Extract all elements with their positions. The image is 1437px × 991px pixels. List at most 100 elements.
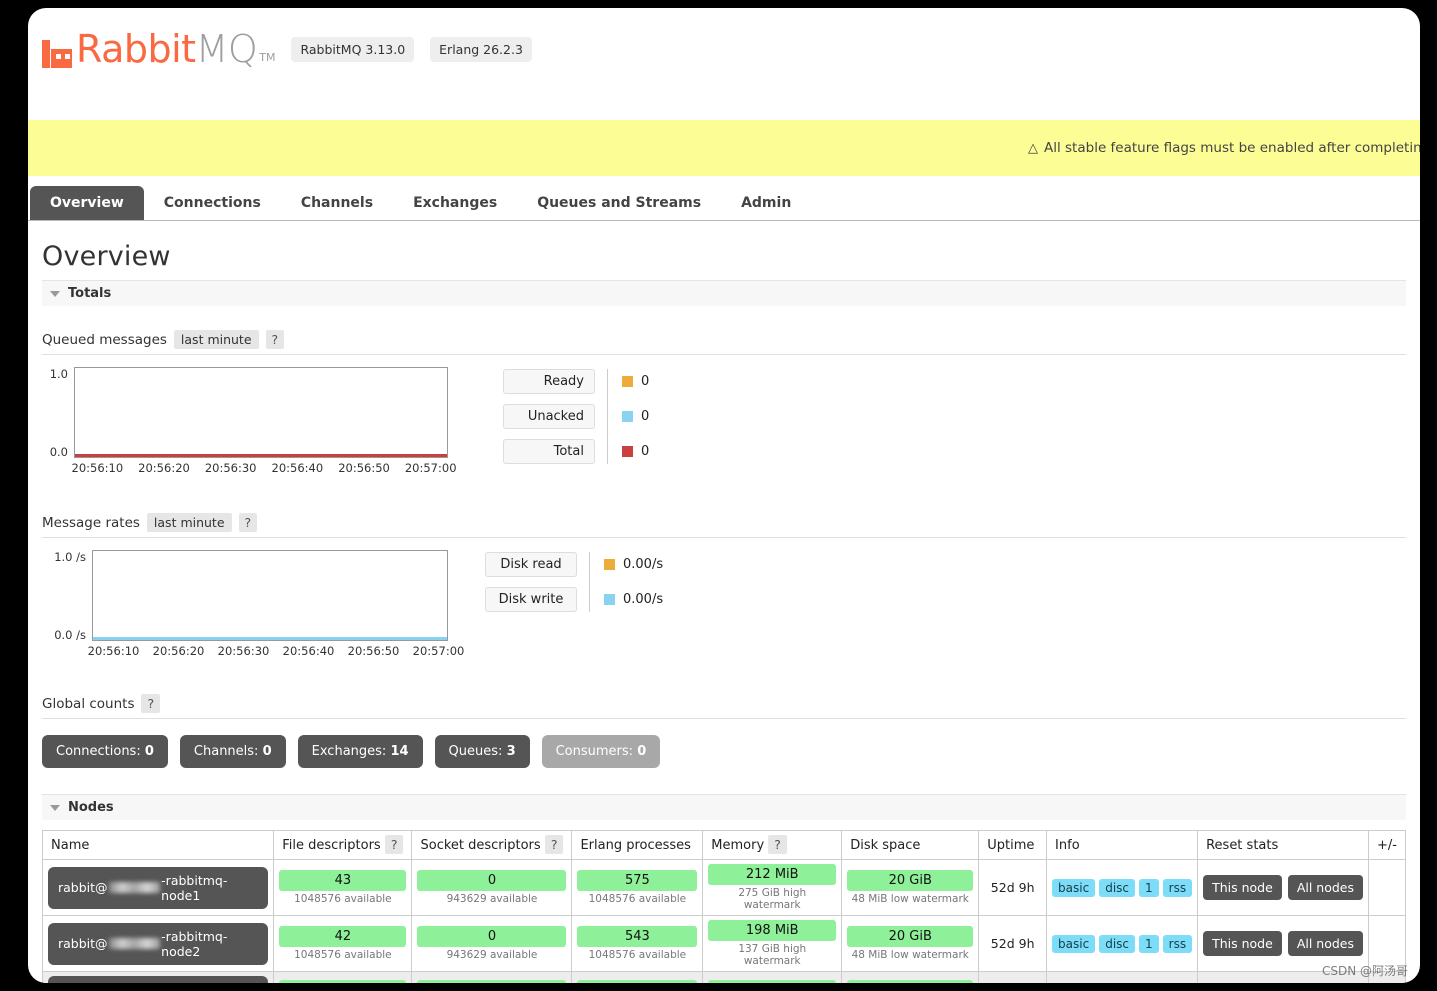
chevron-down-icon — [50, 804, 60, 811]
queued-plot-area[interactable] — [74, 367, 448, 458]
tab-admin[interactable]: Admin — [721, 186, 811, 220]
badge-consumers[interactable]: Consumers: 0 — [541, 735, 661, 768]
col-info[interactable]: Info — [1046, 830, 1199, 860]
row-expand-cell[interactable] — [1368, 859, 1406, 916]
legend-button-disk-write[interactable]: Disk write — [485, 587, 577, 612]
swatch-total-icon — [622, 446, 633, 457]
node-name-cell[interactable]: rabbit@ -rabbitmq-node2 — [41, 915, 275, 972]
info-tag-count[interactable]: 1 — [1139, 878, 1159, 897]
legend-value-ready: 0 — [622, 369, 649, 394]
tab-exchanges[interactable]: Exchanges — [393, 186, 517, 220]
node-name-suffix: rabbitmq-node3 — [163, 982, 259, 983]
info-tag-rss[interactable]: rss — [1162, 878, 1193, 897]
col-memory[interactable]: Memory ? — [702, 830, 843, 860]
rates-series-diskwrite-line — [93, 637, 447, 640]
node-name-cell[interactable]: rabbit@ -rabbitmq-node1 — [41, 859, 275, 916]
watermark: CSDN @阿汤哥 — [1321, 964, 1408, 978]
rates-xtick-2: 20:56:30 — [217, 644, 270, 658]
table-row: rabbit@rabbitmq-node3 42 1048576 availab… — [41, 971, 1406, 983]
tab-queues-and-streams[interactable]: Queues and Streams — [517, 186, 721, 220]
reset-all-nodes-button[interactable]: All nodes — [1287, 875, 1363, 900]
memory-value: 198 MiB — [708, 979, 837, 983]
node-name-suffix: -rabbitmq-node1 — [161, 872, 228, 903]
legend-value-disk-write: 0.00/s — [604, 587, 663, 612]
col-disk-space[interactable]: Disk space — [841, 830, 980, 860]
badge-consumers-label: Consumers: — [555, 744, 634, 759]
global-counts-label: Global counts — [42, 695, 135, 712]
queued-x-axis: 20:56:10 20:56:20 20:56:30 20:56:40 20:5… — [64, 461, 464, 475]
queued-xtick-2: 20:56:30 — [204, 461, 257, 475]
rates-period-selector[interactable]: last minute — [146, 513, 232, 532]
nodes-table-header-row: Name File descriptors ? Socket descripto… — [41, 830, 1406, 860]
message-rates-legend: Disk read Disk write 0.00/s 0.00/s — [485, 550, 663, 612]
node-name-cell[interactable]: rabbit@rabbitmq-node3 — [41, 971, 275, 983]
badge-queues[interactable]: Queues: 3 — [434, 735, 530, 768]
col-file-descriptors[interactable]: File descriptors ? — [273, 830, 413, 860]
warning-text: All stable feature flags must be enabled… — [1044, 140, 1420, 156]
erlang-processes-sub: 1048576 available — [588, 949, 687, 961]
col-plus-minus[interactable]: +/- — [1368, 830, 1406, 860]
info-tag-count[interactable]: 1 — [1139, 934, 1159, 953]
table-row: rabbit@ -rabbitmq-node1 43 1048576 availa… — [41, 859, 1406, 916]
info-cell: basic disc 1 rss — [1046, 971, 1199, 983]
uptime-cell: 52d 9h — [978, 915, 1048, 972]
nodes-table: Name File descriptors ? Socket descripto… — [41, 830, 1406, 983]
info-tag-basic[interactable]: basic — [1052, 934, 1096, 953]
file-descriptors-value: 43 — [279, 870, 407, 891]
legend-value-disk-write-text: 0.00/s — [623, 592, 664, 607]
col-socket-descriptors[interactable]: Socket descriptors ? — [411, 830, 573, 860]
reset-all-nodes-button[interactable]: All nodes — [1287, 931, 1363, 956]
legend-value-unacked-text: 0 — [641, 409, 650, 424]
socket-descriptors-value: 0 — [417, 926, 567, 947]
legend-value-disk-read: 0.00/s — [604, 552, 663, 577]
memory-help-icon[interactable]: ? — [768, 835, 787, 854]
legend-button-ready[interactable]: Ready — [503, 369, 595, 394]
tab-channels[interactable]: Channels — [281, 186, 393, 220]
node-name-badge[interactable]: rabbit@rabbitmq-node3 — [48, 976, 269, 983]
tab-overview[interactable]: Overview — [30, 186, 144, 220]
badge-channels[interactable]: Channels: 0 — [179, 735, 286, 768]
file-descriptors-help-icon[interactable]: ? — [384, 835, 404, 854]
col-erlang-processes[interactable]: Erlang processes — [571, 830, 704, 860]
socket-descriptors-help-icon[interactable]: ? — [544, 835, 564, 854]
reset-this-node-button[interactable]: This node — [1203, 931, 1282, 956]
queued-help-icon[interactable]: ? — [265, 330, 285, 349]
memory-cell: 212 MiB 275 GiB high watermark — [702, 859, 843, 916]
col-uptime[interactable]: Uptime — [978, 830, 1048, 860]
badge-exchanges[interactable]: Exchanges: 14 — [297, 735, 423, 768]
info-tag-basic[interactable]: basic — [1052, 878, 1096, 897]
global-counts-help-icon[interactable]: ? — [141, 694, 161, 713]
erlang-processes-value: 543 — [577, 926, 698, 947]
rates-ytick-bottom: 0.0 /s — [54, 628, 86, 642]
col-reset-stats[interactable]: Reset stats — [1197, 830, 1369, 860]
queued-messages-header: Queued messages last minute ? — [42, 324, 1406, 355]
node-name-badge[interactable]: rabbit@ -rabbitmq-node2 — [48, 922, 269, 965]
queued-period-selector[interactable]: last minute — [173, 330, 259, 349]
legend-button-disk-read[interactable]: Disk read — [485, 552, 577, 577]
section-nodes[interactable]: Nodes — [42, 794, 1406, 820]
col-name[interactable]: Name — [41, 830, 275, 860]
message-rates-header: Message rates last minute ? — [42, 507, 1406, 538]
section-totals[interactable]: Totals — [42, 280, 1406, 306]
main-nav-tabs: Overview Connections Channels Exchanges … — [28, 184, 1420, 221]
legend-value-total: 0 — [622, 439, 649, 464]
node-name-badge[interactable]: rabbit@ -rabbitmq-node1 — [48, 866, 269, 909]
legend-button-unacked[interactable]: Unacked — [503, 404, 595, 429]
trademark-mark: TM — [259, 51, 276, 64]
info-tag-disc[interactable]: disc — [1099, 934, 1136, 953]
badge-connections[interactable]: Connections: 0 — [42, 735, 168, 768]
rates-help-icon[interactable]: ? — [238, 513, 258, 532]
info-tag-disc[interactable]: disc — [1099, 878, 1136, 897]
badge-connections-label: Connections: — [56, 744, 141, 759]
tab-connections[interactable]: Connections — [144, 186, 281, 220]
node-name-prefix: rabbit@ — [58, 880, 108, 895]
message-rates-label: Message rates — [42, 514, 140, 531]
legend-button-total[interactable]: Total — [503, 439, 595, 464]
rates-plot-area[interactable] — [92, 550, 448, 641]
info-tag-rss[interactable]: rss — [1162, 934, 1193, 953]
reset-this-node-button[interactable]: This node — [1203, 875, 1282, 900]
rabbitmq-logo[interactable]: RabbitMQ TM — [42, 30, 275, 68]
queued-ytick-bottom: 0.0 — [49, 445, 68, 459]
swatch-disk-read-icon — [604, 559, 615, 570]
file-descriptors-cell: 43 1048576 available — [273, 859, 413, 916]
